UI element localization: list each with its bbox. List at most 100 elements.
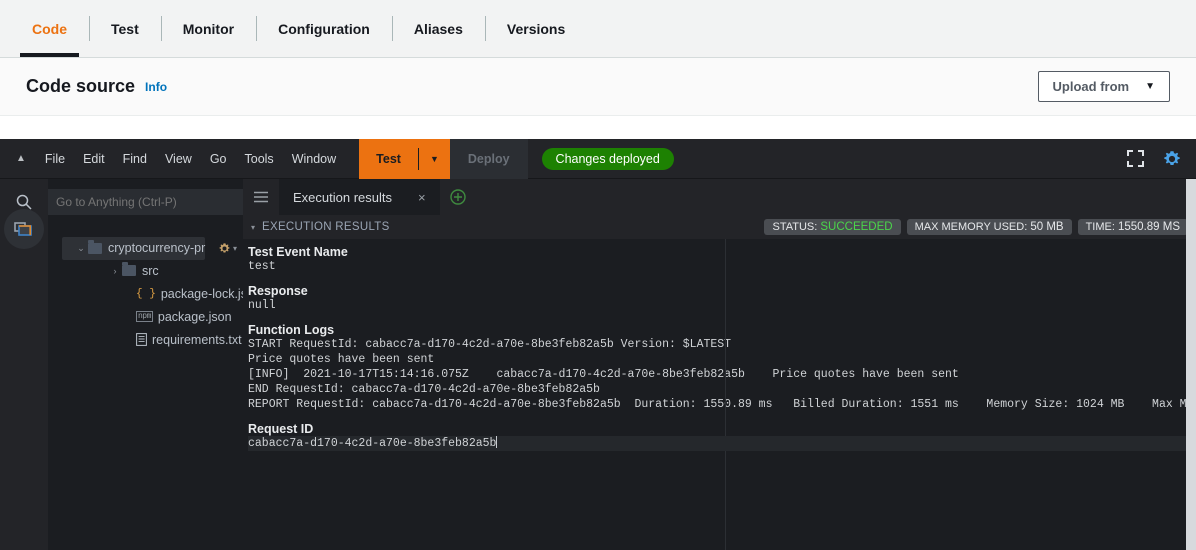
explorer-gear-icon[interactable]: ▾	[218, 242, 237, 255]
collapse-icon[interactable]: ▲	[8, 153, 36, 164]
test-event-name-value: test	[248, 260, 276, 273]
tree-root-label: cryptocurrency-pr	[108, 241, 206, 255]
function-logs-heading: Function Logs	[248, 323, 335, 337]
menu-icon[interactable]	[243, 179, 279, 215]
tree-item-requirements-txt[interactable]: requirements.txt	[48, 328, 243, 351]
text-caret	[496, 436, 498, 448]
tab-monitor[interactable]: Monitor	[160, 0, 256, 57]
upload-from-button[interactable]: Upload from ▼	[1037, 71, 1170, 102]
execution-results-label: EXECUTION RESULTS	[262, 221, 390, 233]
upload-from-label: Upload from	[1052, 79, 1130, 94]
tree-item-label: src	[142, 263, 159, 278]
tree-root-cryptocurrency[interactable]: ⌄ cryptocurrency-pr	[62, 236, 206, 260]
log-line: REPORT RequestId: cabacc7a-d170-4c2d-a70…	[248, 398, 1196, 411]
menu-view[interactable]: View	[156, 146, 201, 172]
print-margin-ruler	[725, 239, 726, 550]
vertical-scrollbar[interactable]	[1186, 179, 1196, 550]
tree-item-label: package.json	[157, 309, 232, 324]
tab-versions[interactable]: Versions	[484, 0, 587, 57]
go-to-anything-row	[16, 189, 243, 215]
tree-item-src[interactable]: › src	[48, 259, 243, 282]
log-line: START RequestId: cabacc7a-d170-4c2d-a70e…	[248, 338, 732, 351]
execution-console[interactable]: Test Event Name test Response null Funct…	[243, 239, 1196, 550]
chevron-down-icon: ▼	[1145, 81, 1155, 92]
menu-edit[interactable]: Edit	[74, 146, 114, 172]
lambda-code-source-page: Code Test Monitor Configuration Aliases …	[0, 0, 1196, 550]
tab-aliases[interactable]: Aliases	[391, 0, 485, 57]
chevron-down-icon[interactable]: ⌄	[74, 243, 88, 254]
tab-monitor-label: Monitor	[182, 20, 235, 37]
deploy-button-label: Deploy	[467, 151, 510, 166]
tab-configuration[interactable]: Configuration	[256, 0, 392, 57]
execution-results-bar: ▾ EXECUTION RESULTS STATUS: SUCCEEDED MA…	[243, 215, 1196, 239]
activity-rail	[0, 179, 48, 550]
add-tab-button[interactable]	[440, 179, 476, 215]
test-button-label: Test	[376, 151, 401, 166]
files-icon[interactable]	[4, 209, 44, 249]
tree-header: ⌄ cryptocurrency-pr ▾	[48, 236, 243, 260]
time-badge-value: 1550.89 MS	[1117, 221, 1180, 233]
search-icon[interactable]	[0, 194, 48, 210]
info-link[interactable]: Info	[145, 80, 167, 94]
tab-aliases-label: Aliases	[413, 20, 463, 37]
time-badge-key: TIME:	[1085, 221, 1115, 233]
test-event-name-heading: Test Event Name	[248, 245, 348, 259]
menu-go[interactable]: Go	[201, 146, 236, 172]
tree-item-package-json[interactable]: npm package.json	[48, 305, 243, 328]
editor-tabbar: Execution results ×	[243, 179, 1196, 215]
menubar-right-tools	[1127, 149, 1196, 169]
json-icon: { }	[136, 287, 156, 300]
code-source-header: Code source Info Upload from ▼	[0, 58, 1196, 116]
log-line: Price quotes have been sent	[248, 353, 435, 366]
ide-menubar: ▲ File Edit Find View Go Tools Window Te…	[0, 138, 1196, 179]
status-badge-value: SUCCEEDED	[820, 221, 893, 233]
max-memory-badge-value: 50 MB	[1030, 221, 1064, 233]
editor-tab-label: Execution results	[293, 189, 392, 205]
tree-item-package-lock-json[interactable]: { } package-lock.json	[48, 282, 261, 305]
test-dropdown-icon[interactable]: ▼	[419, 139, 450, 179]
ide-body: ⌄ cryptocurrency-pr ▾ ›	[0, 179, 1196, 550]
tab-test-label: Test	[111, 20, 139, 37]
max-memory-badge: MAX MEMORY USED: 50 MB	[906, 219, 1072, 235]
chevron-right-icon[interactable]: ›	[108, 266, 122, 276]
status-badge-changes-deployed: Changes deployed	[541, 147, 674, 170]
folder-icon	[88, 239, 102, 254]
test-button[interactable]: Test ▼	[359, 138, 450, 179]
request-id-value: cabacc7a-d170-4c2d-a70e-8be3feb82a5b	[248, 437, 497, 450]
deploy-button[interactable]: Deploy	[449, 138, 528, 179]
expand-icon[interactable]	[1127, 150, 1144, 167]
menu-tools[interactable]: Tools	[236, 146, 283, 172]
chevron-down-icon: ▾	[232, 243, 237, 253]
request-id-heading: Request ID	[248, 422, 314, 436]
chevron-down-icon[interactable]: ▾	[251, 223, 255, 232]
log-line: END RequestId: cabacc7a-d170-4c2d-a70e-8…	[248, 383, 600, 396]
max-memory-badge-key: MAX MEMORY USED:	[914, 221, 1028, 233]
npm-icon: npm	[136, 311, 153, 322]
page-title: Code source	[26, 76, 136, 96]
status-badge-key: STATUS:	[772, 221, 818, 233]
menu-find[interactable]: Find	[114, 146, 156, 172]
tab-versions-label: Versions	[506, 20, 566, 37]
tab-test[interactable]: Test	[89, 0, 161, 57]
editor-pane: Execution results × ▾ EXECUTION RESULTS	[243, 179, 1196, 550]
menu-window[interactable]: Window	[283, 146, 345, 172]
response-value: null	[248, 299, 276, 312]
close-icon[interactable]: ×	[418, 190, 426, 205]
search-input[interactable]	[48, 189, 243, 215]
tab-configuration-label: Configuration	[278, 20, 370, 37]
tab-code[interactable]: Code	[10, 0, 89, 57]
status-badge: STATUS: SUCCEEDED	[764, 219, 901, 235]
gear-icon[interactable]	[1162, 149, 1182, 169]
function-tabs: Code Test Monitor Configuration Aliases …	[0, 0, 1196, 58]
folder-icon	[122, 262, 136, 276]
document-icon	[136, 333, 147, 346]
response-heading: Response	[248, 284, 308, 298]
tab-code-label: Code	[32, 20, 67, 37]
editor-tab-execution-results[interactable]: Execution results ×	[279, 179, 440, 215]
execution-badges: STATUS: SUCCEEDED MAX MEMORY USED: 50 MB…	[764, 219, 1188, 235]
menu-file[interactable]: File	[36, 146, 74, 172]
request-id-value-row[interactable]: cabacc7a-d170-4c2d-a70e-8be3feb82a5b	[248, 436, 1196, 451]
time-badge: TIME: 1550.89 MS	[1077, 219, 1188, 235]
tree-item-label: requirements.txt	[152, 332, 242, 347]
file-explorer: ⌄ cryptocurrency-pr ▾ ›	[16, 179, 261, 550]
